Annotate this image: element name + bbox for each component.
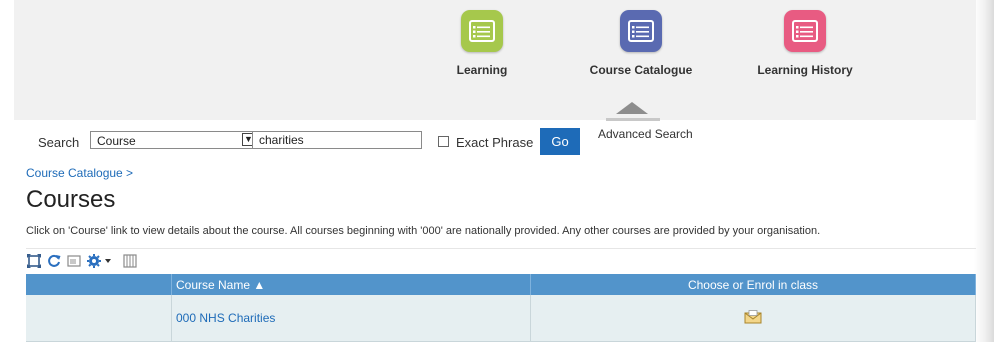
courses-table: Course Name ▲ Choose or Enrol in class 0… — [26, 274, 976, 342]
app-label: Learning History — [757, 63, 853, 77]
page-title: Courses — [26, 186, 116, 213]
table-row: 000 NHS Charities — [26, 295, 976, 342]
table-toolbar — [26, 248, 976, 273]
app-learning-history[interactable]: Learning History — [735, 10, 875, 77]
table-header-row: Course Name ▲ Choose or Enrol in class — [26, 274, 976, 295]
columns-icon[interactable] — [122, 253, 138, 269]
window-edge-shadow — [974, 0, 994, 342]
search-bar: Search Course ▼ Exact Phrase Go Advanced… — [14, 126, 976, 156]
go-button[interactable]: Go — [540, 128, 580, 155]
active-app-caret-icon — [616, 102, 648, 114]
app-course-catalogue[interactable]: Course Catalogue — [571, 10, 711, 77]
settings-icon[interactable] — [86, 253, 112, 269]
course-name-link[interactable]: 000 NHS Charities — [171, 295, 531, 342]
app-label: Learning — [456, 63, 508, 77]
export-icon[interactable] — [66, 253, 82, 269]
list-icon — [461, 10, 503, 52]
instructions-text: Click on 'Course' link to view details a… — [26, 225, 821, 237]
advanced-search-link[interactable]: Advanced Search — [598, 127, 693, 141]
expand-icon[interactable] — [26, 253, 42, 269]
exact-phrase-label[interactable]: Exact Phrase — [456, 135, 533, 150]
search-label: Search — [38, 135, 80, 150]
list-icon — [784, 10, 826, 52]
enrol-cell — [530, 295, 976, 342]
search-type-value: Course — [97, 134, 136, 148]
search-input[interactable] — [252, 131, 422, 149]
enrol-envelope-icon[interactable] — [744, 309, 762, 327]
search-type-select[interactable]: Course ▼ — [90, 131, 258, 149]
exact-phrase-checkbox[interactable] — [438, 136, 449, 147]
app-label: Course Catalogue — [589, 63, 693, 77]
active-app-underline — [606, 118, 660, 121]
column-header-course-name[interactable]: Course Name ▲ — [171, 274, 531, 295]
breadcrumb[interactable]: Course Catalogue > — [26, 166, 133, 180]
row-cell — [26, 295, 172, 342]
column-header-enrol: Choose or Enrol in class — [530, 274, 976, 295]
app-learning[interactable]: Learning — [412, 10, 552, 77]
list-icon — [620, 10, 662, 52]
column-header — [26, 274, 172, 295]
refresh-icon[interactable] — [46, 253, 62, 269]
